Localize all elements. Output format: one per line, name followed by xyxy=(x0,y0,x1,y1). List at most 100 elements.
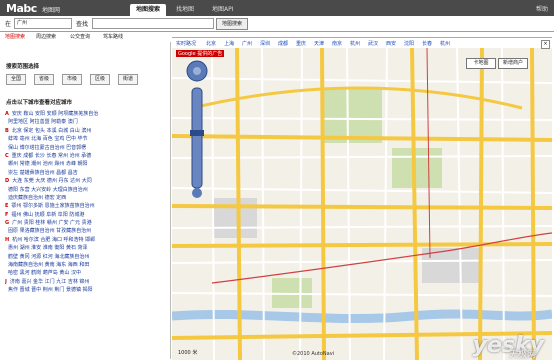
city-list-row: 蚌埠 亳州 北海 百色 宝鸡 巴中 毕节 xyxy=(5,135,165,143)
city-letter: J xyxy=(5,278,7,285)
pearl-river xyxy=(172,309,552,324)
city-label: 在 xyxy=(5,21,12,28)
city-list-row: J 济南 嘉兴 金华 江门 九江 吉林 锦州 xyxy=(5,278,165,286)
scope-national-button[interactable]: 全国 xyxy=(6,74,26,85)
city-list-row: 海南藏族自治州 黄南 海东 海西 和田 xyxy=(5,261,165,269)
subtab-drive[interactable]: 驾车路线 xyxy=(103,33,123,40)
city-links[interactable]: 焦作 晋城 晋中 荆州 荆门 景德镇 揭阳 xyxy=(8,287,93,293)
scope-province-button[interactable]: 省级 xyxy=(34,74,54,85)
city-links[interactable]: 大连 东莞 大庆 德州 丹东 达州 大同 xyxy=(12,178,92,184)
city-links[interactable]: 崇左 楚雄彝族自治州 昌都 昌吉 xyxy=(8,170,78,176)
site-logo[interactable]: Mabc xyxy=(6,2,37,15)
city-links[interactable]: 海南藏族自治州 黄南 海东 海西 和田 xyxy=(8,262,89,268)
city-letter: E xyxy=(5,203,9,210)
city-links[interactable]: 福州 佛山 抚顺 阜新 阜阳 防城港 xyxy=(11,212,84,218)
city-links[interactable]: 杭州 哈尔滨 合肥 海口 呼和浩特 邯郸 xyxy=(12,237,95,243)
block-area xyxy=(212,198,257,238)
scope-city-button[interactable]: 市级 xyxy=(62,74,82,85)
map-top-link[interactable]: 南京 xyxy=(332,40,342,47)
park-area xyxy=(322,88,382,143)
tab-find-map[interactable]: 找地图 xyxy=(170,4,200,16)
city-list-row: 郴州 常德 潮州 池州 滁州 赤峰 朝阳 xyxy=(5,160,165,168)
city-links[interactable]: 广州 贵阳 桂林 赣州 广安 广元 贵港 xyxy=(12,220,92,226)
city-links[interactable]: 鄂州 鄂尔多斯 恩施土家族苗族自治州 xyxy=(11,203,94,209)
scope-title: 搜索范围选择 xyxy=(6,64,40,70)
map-area[interactable]: 实时路况 北京 上海 广州 深圳 成都 重庆 天津 南京 杭州 武汉 西安 沈阳 长春 杭州 xyxy=(172,37,552,360)
city-list-row: 哈密 黑河 鹤岗 葫芦岛 黄山 汉中 xyxy=(5,269,165,277)
map-top-link[interactable]: 实时路况 xyxy=(176,40,196,47)
city-letter: A xyxy=(5,111,9,117)
city-letter: G xyxy=(5,220,10,227)
city-links[interactable]: 北京 保定 包头 本溪 白城 白山 滨州 xyxy=(12,128,92,134)
city-list: A 安庆 鞍山 安阳 安顺 阿坝藏族羌族自治 阿里地区 阿拉善盟 阿勒泰 澳门 B 北京… xyxy=(5,110,165,295)
city-list-row: B 北京 保定 包头 本溪 白城 白山 滨州 xyxy=(5,127,165,135)
map-top-link[interactable]: 天津 xyxy=(314,40,324,47)
city-links[interactable]: 固原 果洛藏族自治州 甘孜藏族自治州 xyxy=(8,228,91,234)
map-top-link[interactable]: 杭州 xyxy=(350,40,360,47)
city-links[interactable]: 济南 嘉兴 金华 江门 九江 吉林 锦州 xyxy=(10,279,90,285)
city-links[interactable]: 安庆 鞍山 安阳 安顺 阿坝藏族羌族自治 xyxy=(12,111,98,117)
city-links[interactable]: 迪庆藏族自治州 德宏 定西 xyxy=(8,195,66,201)
city-list-row: 保山 博尔塔拉蒙古自治州 巴音郭楞 xyxy=(5,144,165,152)
city-list-row: 焦作 晋城 晋中 荆州 荆门 景德镇 揭阳 xyxy=(5,286,165,294)
tab-map-api[interactable]: 地图API xyxy=(206,4,240,16)
map-top-link[interactable]: 重庆 xyxy=(296,40,306,47)
city-list-row: H 杭州 哈尔滨 合肥 海口 呼和浩特 邯郸 xyxy=(5,236,165,244)
subtab-map-search[interactable]: 地图搜索 xyxy=(5,33,25,40)
close-icon[interactable]: × xyxy=(541,40,550,49)
tab-map-search[interactable]: 地图搜索 xyxy=(130,4,167,16)
map-nav-control[interactable] xyxy=(186,60,208,200)
map-top-link[interactable]: 北京 xyxy=(206,40,216,47)
map-top-link[interactable]: 杭州 xyxy=(440,40,450,47)
keyword-label: 查找 xyxy=(76,21,89,28)
map-copyright: ©2010 AutoNavi xyxy=(292,351,335,357)
map-scale: 1000 米 xyxy=(178,350,198,356)
sub-tabs: 地图搜索 周边搜索 公交查询 驾车路线 xyxy=(0,32,170,42)
map-canvas[interactable] xyxy=(172,48,552,360)
keyword-input[interactable] xyxy=(92,18,214,29)
city-letter: H xyxy=(5,236,10,243)
zoom-out-button[interactable] xyxy=(192,188,202,198)
park-area xyxy=(392,148,442,188)
map-top-link[interactable]: 广州 xyxy=(242,40,252,47)
map-overlay-button-1[interactable]: 卡地图 xyxy=(466,58,496,69)
zoom-handle[interactable] xyxy=(190,130,204,136)
map-top-link[interactable]: 长春 xyxy=(422,40,432,47)
map-top-link[interactable]: 深圳 xyxy=(260,40,270,47)
city-list-row: A 安庆 鞍山 安阳 安顺 阿坝藏族羌族自治 xyxy=(5,110,165,118)
ad-badge[interactable]: Google 提供的广告 xyxy=(176,50,225,57)
city-title: 点击以下城市查看对应城市 xyxy=(6,100,73,106)
city-list-row: E 鄂州 鄂尔多斯 恩施土家族苗族自治州 xyxy=(5,202,165,210)
scope-district-button[interactable]: 区级 xyxy=(90,74,110,85)
sidebar: 搜索范围选择 全国 省级 市级 区级 街道 点击以下城市查看对应城市 A 安庆 鞍… xyxy=(0,42,171,359)
site-logo-cn: 地图网 xyxy=(42,7,61,14)
map-overlay-button-2[interactable]: 新增商户 xyxy=(498,58,528,69)
city-links[interactable]: 郴州 常德 潮州 池州 滁州 赤峰 朝阳 xyxy=(8,161,88,167)
city-list-row: 阿里地区 阿拉善盟 阿勒泰 澳门 xyxy=(5,118,165,126)
zoom-slider[interactable] xyxy=(191,87,203,189)
pan-center[interactable] xyxy=(193,67,201,75)
scope-street-button[interactable]: 街道 xyxy=(118,74,138,85)
subtab-nearby[interactable]: 周边搜索 xyxy=(36,33,56,40)
map-top-link[interactable]: 成都 xyxy=(278,40,288,47)
map-top-link[interactable]: 沈阳 xyxy=(404,40,414,47)
map-top-link[interactable]: 上海 xyxy=(224,40,234,47)
city-list-row: F 福州 佛山 抚顺 阜新 阜阳 防城港 xyxy=(5,211,165,219)
help-link[interactable]: 帮助 xyxy=(536,4,548,13)
city-links[interactable]: 阿里地区 阿拉善盟 阿勒泰 澳门 xyxy=(8,119,78,125)
city-links[interactable]: 保山 博尔塔拉蒙古自治州 巴音郭楞 xyxy=(8,145,86,151)
city-list-row: G 广州 贵阳 桂林 赣州 广安 广元 贵港 xyxy=(5,219,165,227)
city-letter: B xyxy=(5,127,9,134)
city-select[interactable]: 广州 xyxy=(14,18,72,29)
city-links[interactable]: 蚌埠 亳州 北海 百色 宝鸡 巴中 毕节 xyxy=(8,136,88,142)
subtab-bus[interactable]: 公交查询 xyxy=(70,33,90,40)
city-links[interactable]: 德阳 东营 大兴安岭 大理白族自治州 xyxy=(8,187,88,193)
city-links[interactable]: 重庆 成都 长沙 长春 常州 沧州 承德 xyxy=(12,153,92,159)
map-top-link[interactable]: 西安 xyxy=(386,40,396,47)
search-button[interactable]: 地图搜索 xyxy=(216,18,248,30)
city-links[interactable]: 鹤壁 黄冈 河源 红河 海北藏族自治州 xyxy=(8,254,89,260)
city-links[interactable]: 惠州 湖州 淮安 淮南 衡阳 黄石 菏泽 xyxy=(8,245,88,251)
city-list-row: C 重庆 成都 长沙 长春 常州 沧州 承德 xyxy=(5,152,165,160)
map-top-link[interactable]: 武汉 xyxy=(368,40,378,47)
city-links[interactable]: 哈密 黑河 鹤岗 葫芦岛 黄山 汉中 xyxy=(8,270,81,276)
